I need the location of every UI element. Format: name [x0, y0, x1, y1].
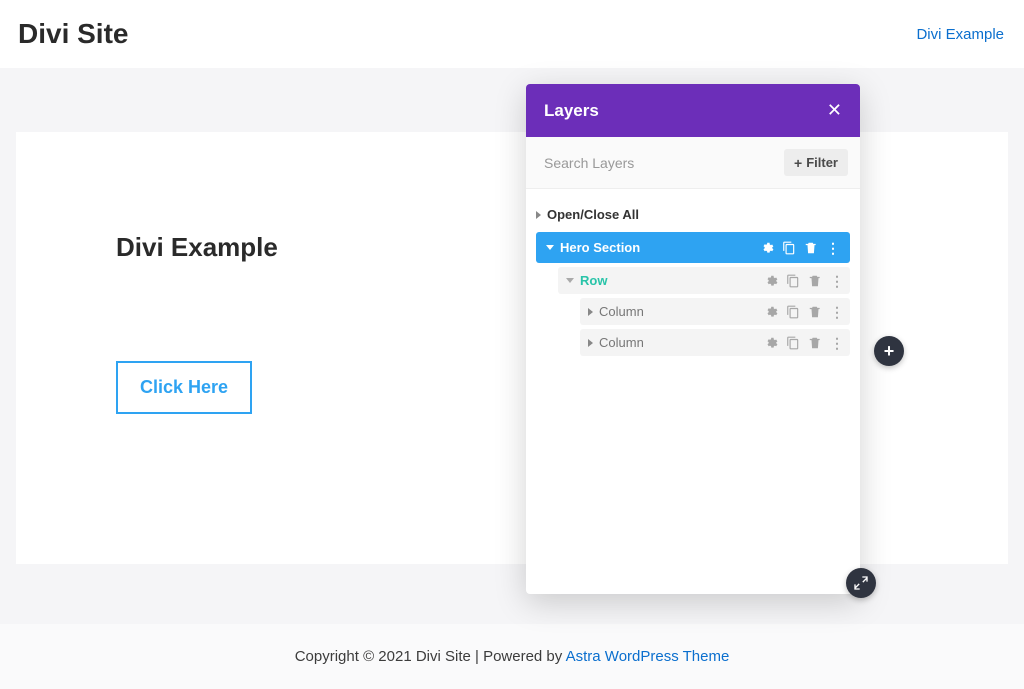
layer-label: Row	[580, 273, 607, 288]
filter-button[interactable]: + Filter	[784, 149, 848, 176]
filter-label: Filter	[806, 155, 838, 170]
chevron-right-icon	[588, 339, 593, 347]
layers-panel-header[interactable]: Layers ✕	[526, 84, 860, 137]
open-close-all[interactable]: Open/Close All	[536, 201, 850, 228]
expand-icon	[853, 575, 869, 591]
layer-column[interactable]: Column ⋮	[580, 298, 850, 325]
gear-icon[interactable]	[764, 336, 778, 350]
site-header: Divi Site Divi Example	[0, 0, 1024, 68]
close-icon[interactable]: ✕	[827, 100, 842, 121]
more-icon[interactable]: ⋮	[830, 305, 844, 319]
layers-panel: Layers ✕ + Filter Open/Close All Hero Se…	[526, 84, 860, 594]
duplicate-icon[interactable]	[786, 274, 800, 288]
layer-row[interactable]: Row ⋮	[558, 267, 850, 294]
layer-label: Hero Section	[560, 240, 640, 255]
layer-hero-section[interactable]: Hero Section ⋮	[536, 232, 850, 263]
duplicate-icon[interactable]	[786, 336, 800, 350]
trash-icon[interactable]	[808, 305, 822, 319]
duplicate-icon[interactable]	[786, 305, 800, 319]
click-here-button[interactable]: Click Here	[116, 361, 252, 414]
add-fab[interactable]: +	[874, 336, 904, 366]
more-icon[interactable]: ⋮	[830, 274, 844, 288]
gear-icon[interactable]	[764, 305, 778, 319]
layer-column[interactable]: Column ⋮	[580, 329, 850, 356]
chevron-right-icon	[588, 308, 593, 316]
layers-panel-title: Layers	[544, 101, 599, 121]
footer-theme-link[interactable]: Astra WordPress Theme	[566, 648, 730, 665]
trash-icon[interactable]	[808, 274, 822, 288]
open-close-label: Open/Close All	[547, 207, 639, 222]
site-footer: Copyright © 2021 Divi Site | Powered by …	[0, 624, 1024, 689]
chevron-down-icon	[566, 278, 574, 283]
duplicate-icon[interactable]	[782, 241, 796, 255]
gear-icon[interactable]	[764, 274, 778, 288]
chevron-down-icon	[546, 245, 554, 250]
search-input[interactable]	[538, 151, 778, 175]
footer-text: Copyright © 2021 Divi Site | Powered by	[295, 648, 566, 665]
layers-tree: Open/Close All Hero Section ⋮ Row	[526, 189, 860, 594]
plus-icon: +	[884, 342, 895, 360]
more-icon[interactable]: ⋮	[826, 241, 840, 255]
site-title: Divi Site	[18, 18, 128, 50]
nav-link-divi-example[interactable]: Divi Example	[916, 26, 1006, 43]
trash-icon[interactable]	[808, 336, 822, 350]
gear-icon[interactable]	[760, 241, 774, 255]
chevron-right-icon	[536, 211, 541, 219]
more-icon[interactable]: ⋮	[830, 336, 844, 350]
page-body: Divi Example Click Here	[0, 68, 1024, 624]
plus-icon: +	[794, 156, 802, 170]
layer-label: Column	[599, 335, 644, 350]
expand-fab[interactable]	[846, 568, 876, 598]
layer-label: Column	[599, 304, 644, 319]
trash-icon[interactable]	[804, 241, 818, 255]
layers-search-row: + Filter	[526, 137, 860, 189]
